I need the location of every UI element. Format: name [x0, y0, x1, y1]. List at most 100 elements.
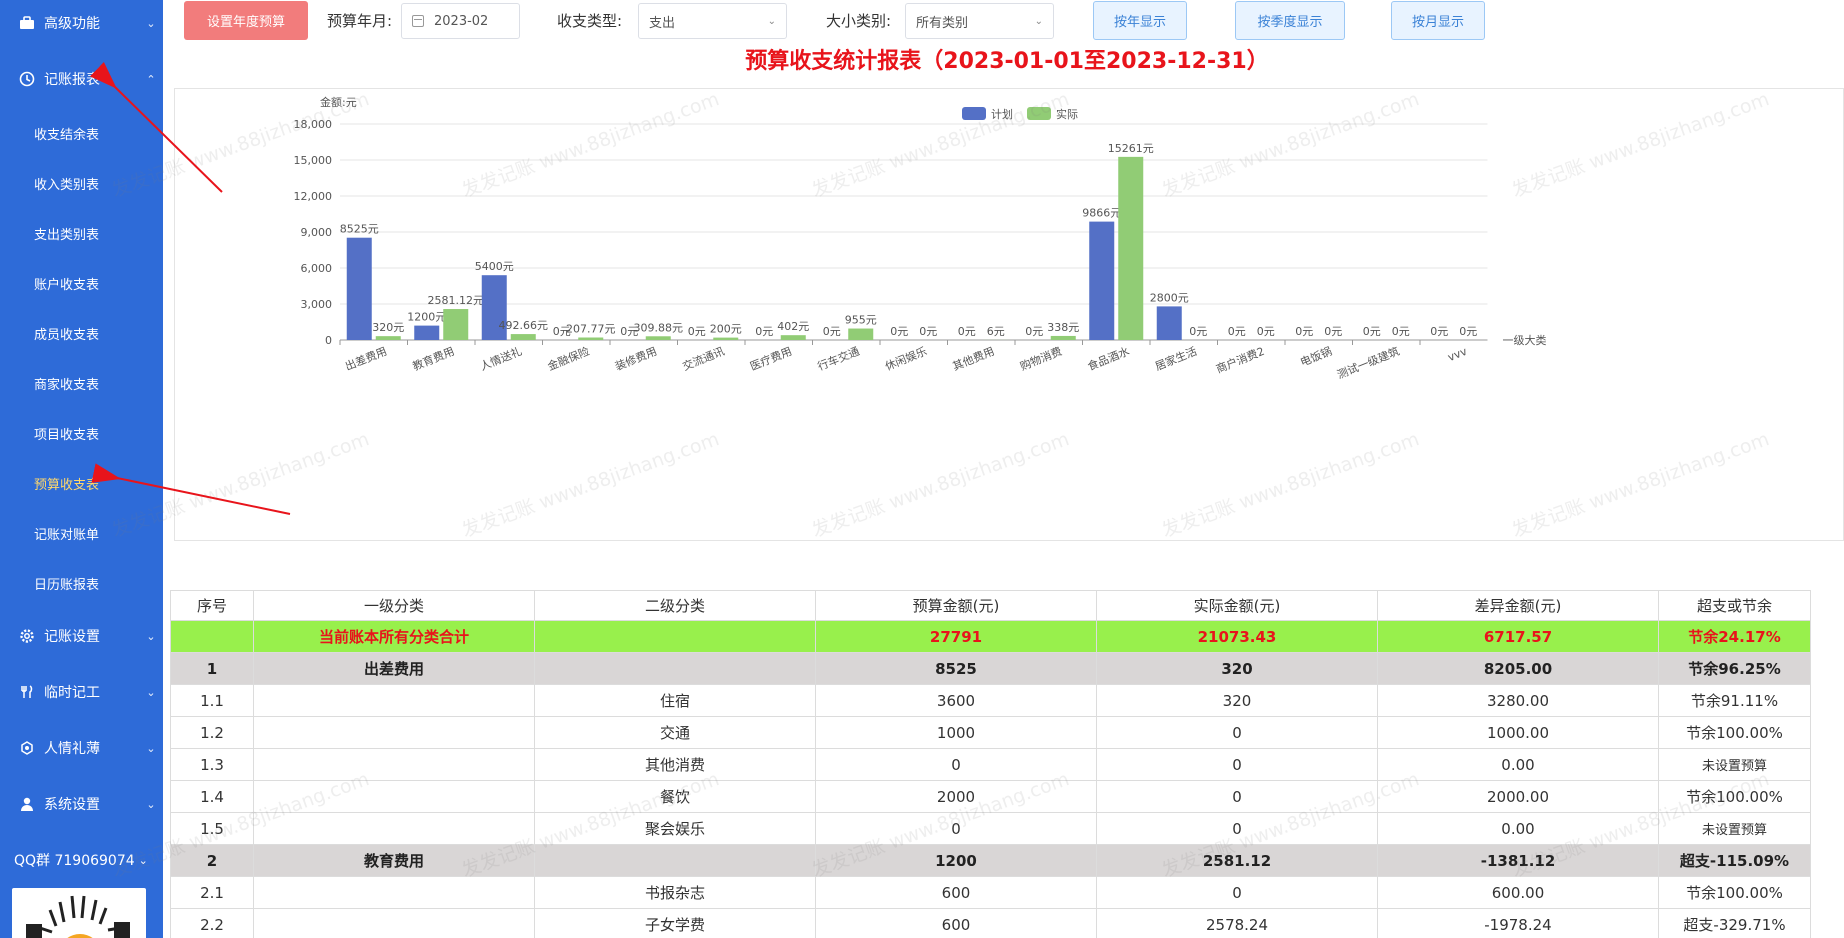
- table-cell: 2000.00: [1377, 780, 1659, 813]
- y-tick-label: 15,000: [294, 154, 333, 167]
- bar-value-label: 955元: [845, 314, 877, 327]
- sidebar-group-label: 记账报表: [44, 72, 100, 88]
- table-cell: 600: [815, 908, 1097, 938]
- x-tick-label: 电饭锅: [1298, 345, 1333, 369]
- qq-group-text: QQ群 719069074: [14, 853, 135, 869]
- sidebar-item-report-8[interactable]: 记账对账单: [0, 513, 163, 553]
- category-row: 1 出差费用 8525 320 8205.00 节余96.25%: [170, 652, 1811, 685]
- show-by-year-button[interactable]: 按年显示: [1093, 1, 1187, 40]
- table-cell: 未设置预算: [1658, 748, 1811, 781]
- income-expense-type-value: 支出: [649, 15, 676, 31]
- table-cell: 节余100.00%: [1658, 780, 1811, 813]
- column-header: 一级分类: [253, 590, 535, 621]
- table-cell: [253, 684, 535, 717]
- table-cell: 600.00: [1377, 876, 1659, 909]
- table-row: 1.5 聚会娱乐 0 0 0.00 未设置预算: [170, 812, 1811, 845]
- bar: [1050, 335, 1076, 340]
- bar: [780, 335, 806, 340]
- qq-group-link[interactable]: QQ群 719069074 ⌄: [0, 845, 163, 875]
- category-level-select[interactable]: 所有类别 ⌄: [905, 3, 1054, 39]
- sidebar-item-report-5[interactable]: 商家收支表: [0, 363, 163, 403]
- budget-month-picker[interactable]: 2023-02: [401, 3, 520, 39]
- x-tick-label: 装修费用: [613, 344, 659, 373]
- table-cell: 2581.12: [1096, 844, 1378, 877]
- table-cell: -1381.12: [1377, 844, 1659, 877]
- bar-value-label: 0元: [823, 325, 841, 338]
- sidebar-group-gifts[interactable]: 人情礼薄 ⌄: [0, 728, 163, 768]
- app-window: 高级功能 ⌄ 记账报表 ⌃ 收支结余表收入类别表支出类别表账户收支表成员收支表商…: [0, 0, 1844, 938]
- show-by-quarter-button[interactable]: 按季度显示: [1235, 1, 1345, 40]
- table-cell: 1000.00: [1377, 716, 1659, 749]
- table-row: 1.3 其他消费 0 0 0.00 未设置预算: [170, 748, 1811, 781]
- y-tick-label: 6,000: [301, 262, 333, 275]
- y-tick-label: 18,000: [294, 118, 333, 131]
- table-cell: 3600: [815, 684, 1097, 717]
- sidebar-item-report-1[interactable]: 收入类别表: [0, 163, 163, 203]
- user-icon: [18, 795, 36, 813]
- table-cell: [253, 908, 535, 938]
- bar: [346, 237, 372, 340]
- column-header: 序号: [170, 590, 254, 621]
- sidebar-item-report-6[interactable]: 项目收支表: [0, 413, 163, 453]
- table-row: 1.1 住宿 3600 320 3280.00 节余91.11%: [170, 684, 1811, 717]
- sidebar-item-report-3[interactable]: 账户收支表: [0, 263, 163, 303]
- table-cell: 600: [815, 876, 1097, 909]
- bar: [375, 336, 401, 340]
- table-row: 2.1 书报杂志 600 0 600.00 节余100.00%: [170, 876, 1811, 909]
- table-cell: 0: [1096, 876, 1378, 909]
- bar-value-label: 492.66元: [499, 319, 549, 332]
- bar-value-label: 200元: [710, 323, 742, 336]
- table-cell: 节余100.00%: [1658, 876, 1811, 909]
- sidebar-group-label: 人情礼薄: [44, 741, 100, 757]
- y-axis-label: 金额:元: [320, 95, 357, 109]
- table-cell: 聚会娱乐: [534, 812, 816, 845]
- table-cell: 书报杂志: [534, 876, 816, 909]
- table-cell: 27791: [815, 620, 1097, 653]
- bar-value-label: 8525元: [340, 223, 379, 236]
- tools-icon: [18, 683, 36, 701]
- sidebar-group-label: 记账设置: [44, 629, 100, 645]
- bar-value-label: 0元: [1324, 325, 1342, 338]
- table-cell: 320: [1096, 684, 1378, 717]
- y-tick-label: 9,000: [301, 226, 333, 239]
- sidebar-group-settings[interactable]: 记账设置 ⌄: [0, 616, 163, 656]
- table-cell: [534, 620, 816, 653]
- table-cell: 1.5: [170, 812, 254, 845]
- bar-value-label: 0元: [1430, 325, 1448, 338]
- sidebar-item-report-0[interactable]: 收支结余表: [0, 113, 163, 153]
- table-cell: 未设置预算: [1658, 812, 1811, 845]
- set-annual-budget-button[interactable]: 设置年度预算: [184, 1, 308, 40]
- sidebar-group-advanced[interactable]: 高级功能 ⌄: [0, 3, 163, 43]
- table-cell: 8205.00: [1377, 652, 1659, 685]
- gear-icon: [18, 627, 36, 645]
- table-cell: 节余96.25%: [1658, 652, 1811, 685]
- bar-value-label: 15261元: [1108, 142, 1154, 155]
- sidebar-group-reports[interactable]: 记账报表 ⌃: [0, 59, 163, 99]
- table-cell: 0: [1096, 812, 1378, 845]
- budget-month-label: 预算年月:: [327, 12, 393, 30]
- income-expense-type-select[interactable]: 支出 ⌄: [638, 3, 787, 39]
- sidebar: 高级功能 ⌄ 记账报表 ⌃ 收支结余表收入类别表支出类别表账户收支表成员收支表商…: [0, 0, 163, 938]
- bar-value-label: 2581.12元: [428, 294, 485, 307]
- table-cell: 0: [815, 748, 1097, 781]
- sidebar-item-report-9[interactable]: 日历账报表: [0, 563, 163, 603]
- legend-label: 计划: [991, 108, 1013, 121]
- table-row: 2.2 子女学费 600 2578.24 -1978.24 超支-329.71%: [170, 908, 1811, 938]
- sidebar-item-report-7[interactable]: 预算收支表: [0, 463, 163, 503]
- show-by-month-button[interactable]: 按月显示: [1391, 1, 1485, 40]
- sidebar-item-report-2[interactable]: 支出类别表: [0, 213, 163, 253]
- sidebar-item-report-4[interactable]: 成员收支表: [0, 313, 163, 353]
- table-cell: 超支-329.71%: [1658, 908, 1811, 938]
- table-cell: [253, 748, 535, 781]
- chevron-up-icon: ⌃: [146, 72, 156, 86]
- table-cell: 超支-115.09%: [1658, 844, 1811, 877]
- table-cell: 1200: [815, 844, 1097, 877]
- bar: [443, 309, 469, 340]
- x-tick-label: 食品酒水: [1085, 344, 1131, 373]
- sidebar-group-temp-work[interactable]: 临时记工 ⌄: [0, 672, 163, 712]
- bar: [510, 334, 536, 340]
- sidebar-group-system[interactable]: 系统设置 ⌄: [0, 784, 163, 824]
- table-cell: 1.3: [170, 748, 254, 781]
- table-cell: -1978.24: [1377, 908, 1659, 938]
- bar: [713, 337, 739, 340]
